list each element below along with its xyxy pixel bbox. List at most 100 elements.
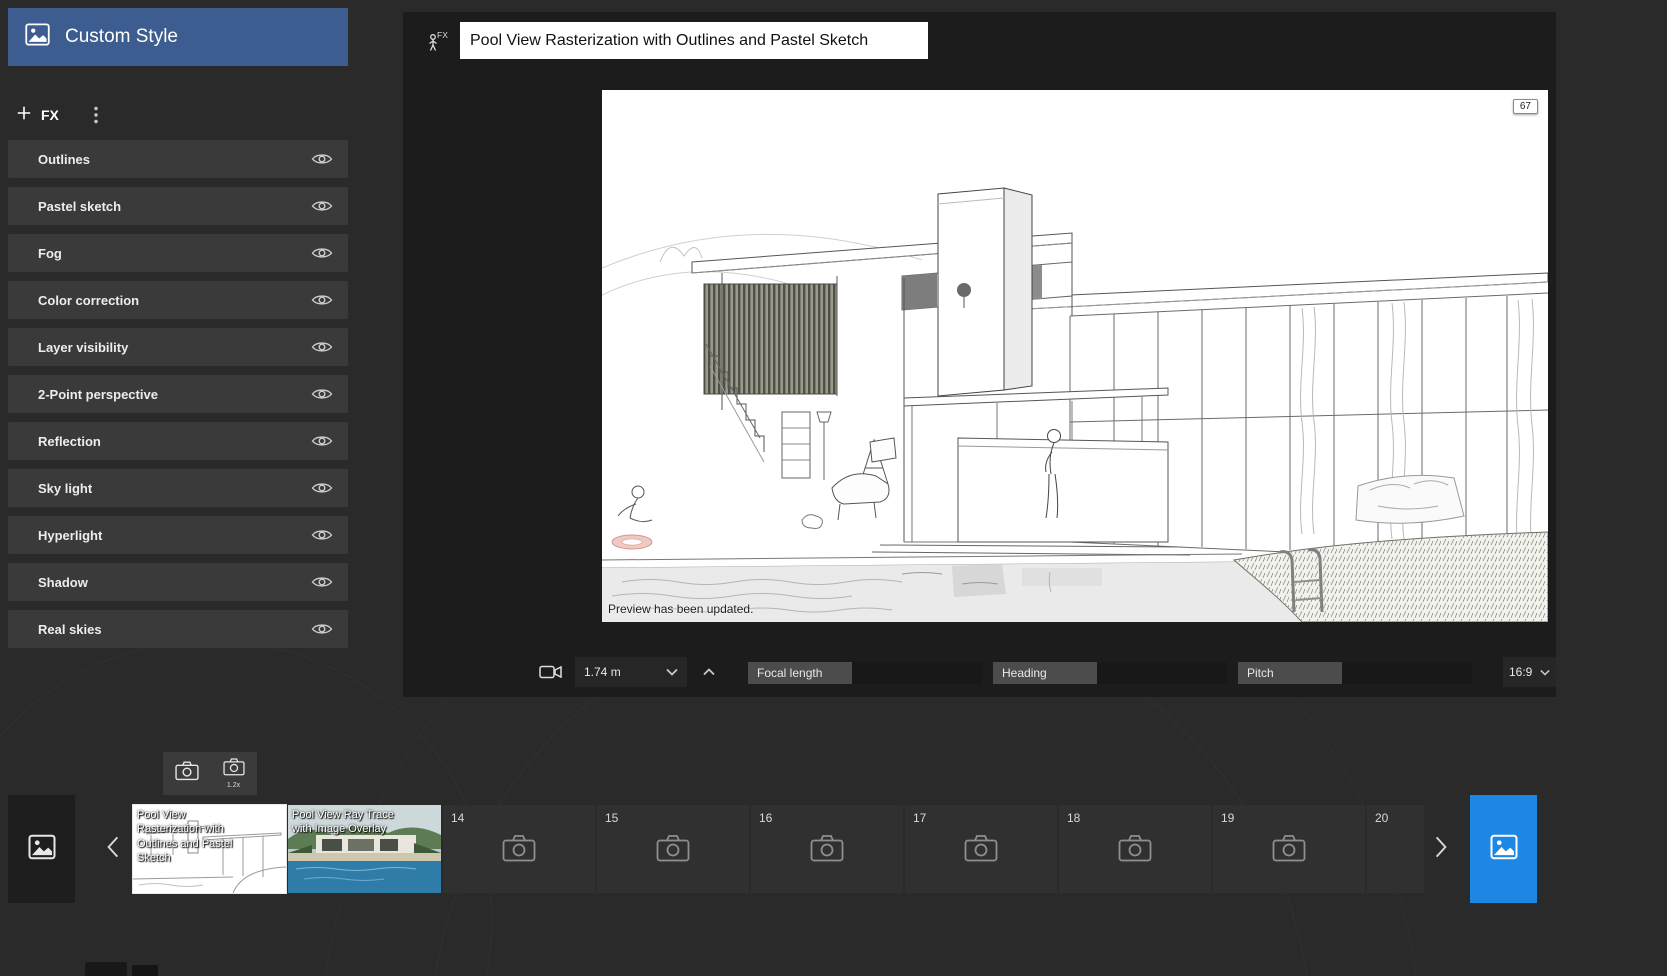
- camera-height-select[interactable]: 1.74 m: [575, 657, 687, 687]
- filmstrip-scroll-left-button[interactable]: [100, 835, 126, 863]
- empty-photo-slot[interactable]: 20: [1367, 805, 1424, 893]
- fx-effect-row-pastel-sketch[interactable]: Pastel sketch: [8, 187, 348, 225]
- chevron-up-icon: [703, 663, 715, 681]
- photo-thumbnail-1[interactable]: Pool View Rasterization with Outlines an…: [133, 805, 286, 893]
- eye-icon[interactable]: [311, 152, 333, 166]
- fx-effect-list: Outlines Pastel sketch Fog Color correct…: [8, 140, 348, 648]
- fx-effect-row-real-skies[interactable]: Real skies: [8, 610, 348, 648]
- chevron-right-icon: [1434, 835, 1448, 864]
- fx-effect-label: Sky light: [38, 481, 92, 496]
- fx-effect-row-hyperlight[interactable]: Hyperlight: [8, 516, 348, 554]
- fx-effect-row-shadow[interactable]: Shadow: [8, 563, 348, 601]
- fx-button-label: FX: [41, 107, 59, 123]
- photo-thumbnail-2[interactable]: Pool View Ray Trace with Image Overlay: [288, 805, 441, 893]
- fx-effect-row-outlines[interactable]: Outlines: [8, 140, 348, 178]
- camera-outline-icon: [810, 834, 844, 867]
- heading-input[interactable]: [1097, 662, 1227, 684]
- aspect-ratio-value: 16:9: [1509, 665, 1532, 679]
- camera-outline-icon: [1118, 834, 1152, 867]
- photo-gallery-icon: [27, 832, 57, 867]
- empty-photo-slot[interactable]: 15: [597, 805, 749, 893]
- fx-effect-row-layer-visibility[interactable]: Layer visibility: [8, 328, 348, 366]
- focal-length-label: Focal length: [748, 662, 852, 684]
- slot-number: 16: [759, 811, 772, 825]
- capture-photo-button[interactable]: [163, 752, 210, 795]
- chevron-down-icon: [1540, 663, 1550, 681]
- slot-number: 14: [451, 811, 464, 825]
- fx-toolbar: FX: [8, 96, 348, 134]
- chevron-left-icon: [106, 835, 120, 864]
- viewport-preview-image[interactable]: 67 Preview has been updated.: [602, 90, 1548, 622]
- camera-height-value: 1.74 m: [584, 665, 621, 679]
- fx-effect-row-fog[interactable]: Fog: [8, 234, 348, 272]
- zoom-factor-label: 1.2x: [227, 782, 240, 789]
- viewport-panel: FX: [403, 12, 1556, 697]
- fx-effect-label: Shadow: [38, 575, 88, 590]
- eye-icon[interactable]: [311, 199, 333, 213]
- fx-effect-label: Hyperlight: [38, 528, 102, 543]
- add-fx-button[interactable]: FX: [8, 99, 67, 132]
- camera-height-up-button[interactable]: [695, 657, 723, 687]
- empty-photo-slot[interactable]: 16: [751, 805, 903, 893]
- fx-effect-label: Pastel sketch: [38, 199, 121, 214]
- chevron-down-icon: [666, 663, 678, 681]
- empty-photo-slot[interactable]: 14: [443, 805, 595, 893]
- video-camera-icon: [539, 664, 563, 685]
- focal-length-input[interactable]: [852, 662, 982, 684]
- preview-status-message: Preview has been updated.: [608, 602, 753, 616]
- empty-photo-slot[interactable]: 19: [1213, 805, 1365, 893]
- eye-icon[interactable]: [311, 528, 333, 542]
- slot-number: 17: [913, 811, 926, 825]
- fx-effect-row-sky-light[interactable]: Sky light: [8, 469, 348, 507]
- empty-photo-slot[interactable]: 18: [1059, 805, 1211, 893]
- photo-render-icon: [1489, 832, 1519, 867]
- aspect-ratio-select[interactable]: 16:9: [1503, 657, 1556, 687]
- eye-icon[interactable]: [311, 246, 333, 260]
- image-icon: [24, 21, 51, 53]
- eye-icon[interactable]: [311, 481, 333, 495]
- camera-zoom-icon: [223, 758, 245, 781]
- slot-number: 18: [1067, 811, 1080, 825]
- camera-outline-icon: [656, 834, 690, 867]
- fx-effect-label: Color correction: [38, 293, 139, 308]
- filmstrip-empty-slots: 14 15 16 17 18 19 20: [443, 805, 1424, 893]
- filmstrip-scroll-right-button[interactable]: [1428, 835, 1454, 863]
- eye-icon[interactable]: [311, 293, 333, 307]
- eye-icon[interactable]: [311, 622, 333, 636]
- render-photo-button[interactable]: [1470, 795, 1537, 903]
- heading-label: Heading: [993, 662, 1097, 684]
- application-window: Custom Style FX Outlines Pastel sketch F…: [0, 0, 1667, 976]
- eye-icon[interactable]: [311, 340, 333, 354]
- style-title-input[interactable]: [460, 22, 928, 59]
- camera-outline-icon: [1272, 834, 1306, 867]
- pitch-label: Pitch: [1238, 662, 1342, 684]
- custom-style-header[interactable]: Custom Style: [8, 8, 348, 66]
- house-sketch-rendering: [602, 90, 1548, 622]
- fx-effect-row-reflection[interactable]: Reflection: [8, 422, 348, 460]
- bottom-cropped-element: [132, 965, 158, 976]
- eye-icon[interactable]: [311, 434, 333, 448]
- fx-effect-label: 2-Point perspective: [38, 387, 158, 402]
- pitch-input[interactable]: [1342, 662, 1472, 684]
- svg-text:FX: FX: [437, 30, 448, 40]
- frame-number-badge: 67: [1513, 99, 1538, 114]
- fx-effect-label: Fog: [38, 246, 62, 261]
- kebab-menu-icon[interactable]: [83, 102, 109, 128]
- photo-thumbnail-title: Pool View Rasterization with Outlines an…: [137, 808, 242, 865]
- style-effects-icon: FX: [425, 28, 451, 59]
- photo-collection-button[interactable]: [8, 795, 75, 903]
- fx-effect-label: Layer visibility: [38, 340, 128, 355]
- eye-icon[interactable]: [311, 387, 333, 401]
- fx-effect-row-color-correction[interactable]: Color correction: [8, 281, 348, 319]
- fx-effect-row-2-point-perspective[interactable]: 2-Point perspective: [8, 375, 348, 413]
- fx-effect-label: Outlines: [38, 152, 90, 167]
- eye-icon[interactable]: [311, 575, 333, 589]
- bottom-cropped-element: [85, 962, 127, 976]
- slot-number: 20: [1375, 811, 1388, 825]
- slot-number: 15: [605, 811, 618, 825]
- capture-zoom-photo-button[interactable]: 1.2x: [210, 752, 257, 795]
- style-panel-title: Custom Style: [65, 26, 178, 48]
- empty-photo-slot[interactable]: 17: [905, 805, 1057, 893]
- slot-number: 19: [1221, 811, 1234, 825]
- camera-icon: [175, 761, 199, 786]
